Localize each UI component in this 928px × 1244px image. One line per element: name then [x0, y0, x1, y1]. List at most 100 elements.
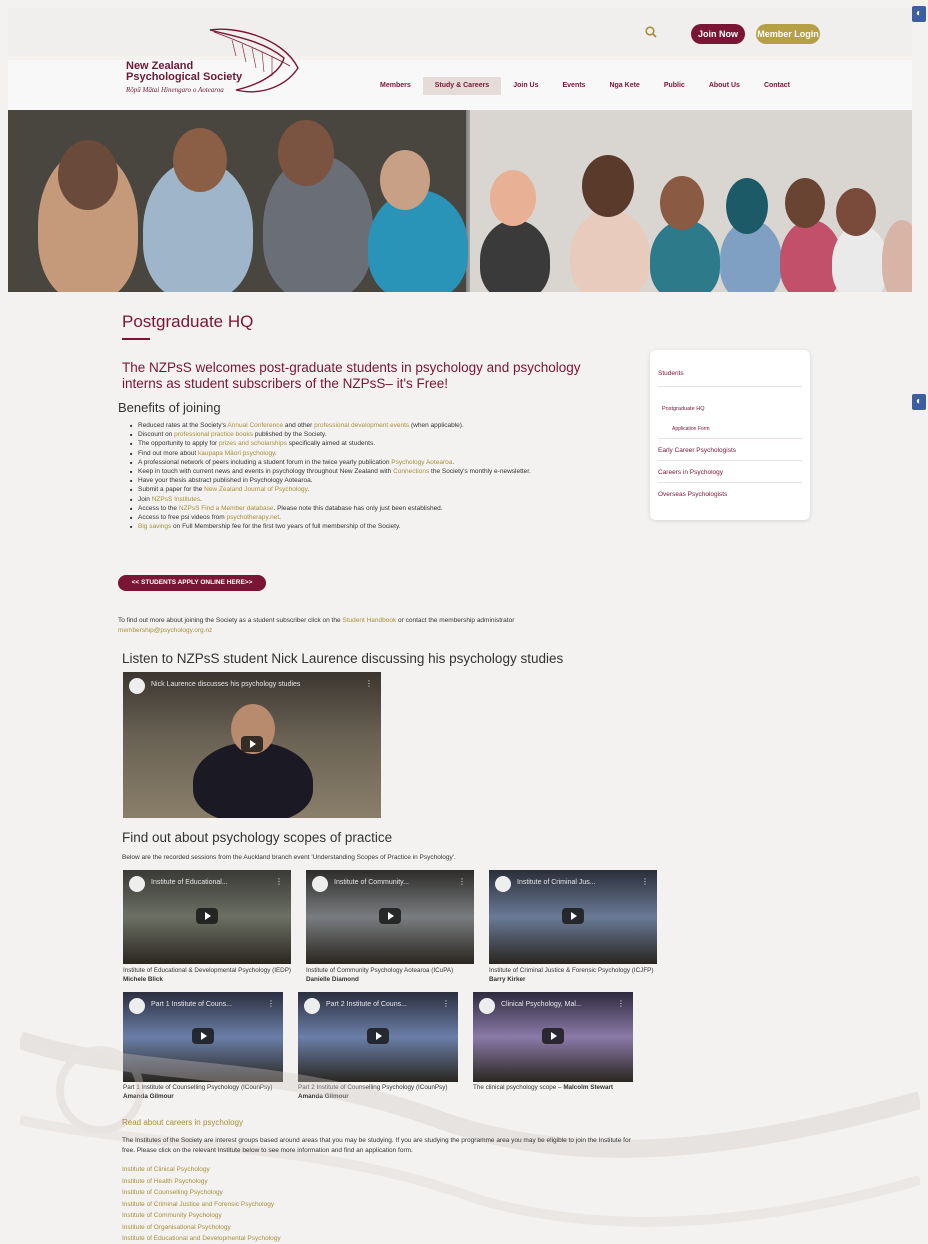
scopes-heading: Find out about psychology scopes of prac…: [122, 830, 393, 845]
practice-books-link[interactable]: professional practice books: [174, 431, 253, 438]
institutes-list: Institute of Clinical Psychology Institu…: [122, 1164, 281, 1244]
institute-link[interactable]: Institute of Community Psychology: [122, 1210, 281, 1222]
intro-heading: The NZPsS welcomes post-graduate student…: [122, 360, 581, 391]
divider: [658, 386, 802, 387]
sidebar-item-early-career[interactable]: Early Career Psychologists: [658, 447, 736, 454]
video-caption: Institute of Community Psychology Aotear…: [306, 967, 454, 983]
accessibility-side-icon[interactable]: ◐: [912, 394, 926, 410]
list-item: Access to the NZPsS Find a Member databa…: [130, 504, 650, 513]
sidebar-item-students[interactable]: Students: [658, 370, 684, 377]
institute-link[interactable]: Institute of Organisational Psychology: [122, 1222, 281, 1234]
more-options-icon[interactable]: ⋮: [365, 679, 373, 688]
title-underline: [122, 338, 150, 340]
list-item: Join NZPsS Institutes.: [130, 495, 650, 504]
find-member-link[interactable]: NZPsS Find a Member database: [179, 505, 274, 512]
kaupapa-maori-link[interactable]: kaupapa Māori psychology: [198, 450, 275, 457]
psychotherapy-net-link[interactable]: psychotherapy.net: [227, 514, 280, 521]
nav-join-us[interactable]: Join Us: [501, 77, 550, 95]
hero-photo-left: [8, 110, 468, 292]
video-thumbnail[interactable]: Institute of Criminal Jus... ⋮: [489, 870, 657, 964]
institute-link[interactable]: Institute of Clinical Psychology: [122, 1164, 281, 1176]
list-item: The opportunity to apply for prizes and …: [130, 439, 650, 448]
benefits-list: Reduced rates at the Society's Annual Co…: [130, 421, 650, 532]
list-item: Discount on professional practice books …: [130, 430, 650, 439]
find-more-text: To find out more about joining the Socie…: [118, 617, 515, 634]
list-item: Reduced rates at the Society's Annual Co…: [130, 421, 650, 430]
list-item: Find out more about kaupapa Māori psycho…: [130, 449, 650, 458]
divider: [658, 460, 802, 461]
institutes-link[interactable]: NZPsS Institutes: [152, 496, 200, 503]
video-caption: Institute of Criminal Justice & Forensic…: [489, 967, 654, 983]
page-title: Postgraduate HQ: [122, 312, 254, 331]
sidebar-menu: Students Postgraduate HQ Application For…: [650, 350, 810, 520]
nav-nga-kete[interactable]: Nga Kete: [597, 77, 651, 95]
channel-avatar: [312, 876, 328, 892]
divider: [658, 482, 802, 483]
more-options-icon[interactable]: ⋮: [458, 877, 466, 886]
more-options-icon[interactable]: ⋮: [641, 877, 649, 886]
institute-link[interactable]: Institute of Educational and Development…: [122, 1233, 281, 1244]
list-item: Have your thesis abstract published in P…: [130, 476, 650, 485]
hero-photo-right: [470, 110, 912, 292]
video-title: Nick Laurence discusses his psychology s…: [151, 681, 301, 688]
video-caption: Institute of Educational & Developmental…: [123, 967, 292, 983]
psychology-aotearoa-link[interactable]: Psychology Aotearoa: [391, 459, 452, 466]
video-title: Institute of Criminal Jus...: [517, 879, 596, 886]
video-thumbnail[interactable]: Institute of Educational... ⋮: [123, 870, 291, 964]
play-icon[interactable]: [241, 736, 263, 752]
nav-members[interactable]: Members: [368, 77, 423, 95]
pd-events-link[interactable]: professional development events: [314, 422, 409, 429]
nav-about-us[interactable]: About Us: [697, 77, 752, 95]
list-item: Big savings on Full Membership fee for t…: [130, 522, 650, 531]
divider: [658, 438, 802, 439]
logo-tagline: Rōpū Mātai Hinengaro o Aotearoa: [126, 86, 224, 94]
prizes-link[interactable]: prizes and scholarships: [219, 440, 287, 447]
listen-heading: Listen to NZPsS student Nick Laurence di…: [122, 651, 564, 666]
institute-link[interactable]: Institute of Criminal Justice and Forens…: [122, 1199, 281, 1211]
site-logo[interactable]: New Zealand Psychological Society Rōpū M…: [126, 28, 306, 108]
sidebar-item-application-form[interactable]: Application Form: [658, 426, 710, 432]
nav-public[interactable]: Public: [652, 77, 697, 95]
top-bar: Join Now Member Login: [8, 8, 912, 56]
membership-email-link[interactable]: membership@psychology.org.nz: [118, 627, 212, 634]
connections-link[interactable]: Connections: [393, 468, 429, 475]
play-icon[interactable]: [196, 908, 218, 924]
list-item: Access to free psi videos from psychothe…: [130, 513, 650, 522]
sidebar-item-postgraduate-hq[interactable]: Postgraduate HQ: [658, 406, 705, 412]
site-header: New Zealand Psychological Society Rōpū M…: [8, 28, 912, 110]
institute-link[interactable]: Institute of Counselling Psychology: [122, 1187, 281, 1199]
student-handbook-link[interactable]: Student Handbook: [342, 617, 396, 624]
institute-link[interactable]: Institute of Health Psychology: [122, 1176, 281, 1188]
join-now-button[interactable]: Join Now: [691, 24, 745, 44]
sidebar-item-careers[interactable]: Careers in Psychology: [658, 469, 723, 476]
institutes-paragraph: The Institutes of the Society are intere…: [122, 1137, 631, 1154]
channel-avatar: [129, 678, 145, 694]
more-options-icon[interactable]: ⋮: [275, 877, 283, 886]
nav-contact[interactable]: Contact: [752, 77, 802, 95]
video-thumbnail[interactable]: Institute of Community... ⋮: [306, 870, 474, 964]
list-item: Keep in touch with current news and even…: [130, 467, 650, 476]
play-icon[interactable]: [379, 908, 401, 924]
journal-link[interactable]: New Zealand Journal of Psychology: [204, 486, 307, 493]
annual-conference-link[interactable]: Annual Conference: [227, 422, 283, 429]
logo-text-line2: Psychological Society: [126, 71, 243, 83]
apply-online-button[interactable]: << STUDENTS APPLY ONLINE HERE>>: [118, 575, 266, 591]
scopes-subtext: Below are the recorded sessions from the…: [122, 854, 456, 861]
big-savings-link[interactable]: Big savings: [138, 523, 171, 530]
main-nav: Members Study & Careers Join Us Events N…: [368, 77, 802, 95]
careers-link[interactable]: Read about careers in psychology: [122, 1118, 243, 1127]
hero-banner-image: [8, 110, 912, 292]
channel-avatar: [129, 876, 145, 892]
sidebar-item-overseas[interactable]: Overseas Psychologists: [658, 491, 727, 498]
play-icon[interactable]: [562, 908, 584, 924]
nav-events[interactable]: Events: [551, 77, 598, 95]
list-item: Submit a paper for the New Zealand Journ…: [130, 485, 650, 494]
main-video-player[interactable]: Nick Laurence discusses his psychology s…: [123, 672, 381, 818]
nav-study-careers[interactable]: Study & Careers: [422, 77, 502, 95]
benefits-heading: Benefits of joining: [118, 400, 221, 415]
video-title: Institute of Educational...: [151, 879, 228, 886]
search-icon[interactable]: [644, 25, 658, 39]
channel-avatar: [495, 876, 511, 892]
member-login-button[interactable]: Member Login: [756, 24, 820, 44]
accessibility-icon[interactable]: ◐: [912, 6, 926, 22]
